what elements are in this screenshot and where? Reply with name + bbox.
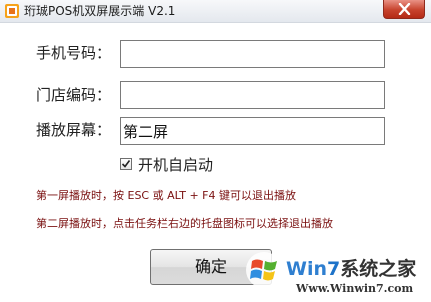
watermark-brand-seven: 7: [327, 258, 341, 280]
watermark-brand: Win7系统之家: [286, 254, 416, 281]
phone-input[interactable]: [120, 40, 385, 68]
app-icon: [5, 4, 19, 18]
autostart-label[interactable]: 开机自启动: [138, 155, 213, 175]
hint-first-screen: 第一屏播放时，按 ESC 或 ALT + F4 键可以退出播放: [36, 189, 296, 202]
watermark-url: Www.Winwin7.com: [296, 282, 414, 295]
window-title: 珩珹POS机双屏展示端 V2.1: [24, 4, 176, 18]
checkmark-icon: [121, 160, 131, 168]
checkbox-box[interactable]: [120, 158, 132, 170]
close-button[interactable]: [383, 0, 425, 19]
store-code-input[interactable]: [120, 81, 385, 109]
dialog-window: 珩珹POS机双屏展示端 V2.1 手机号码： 门店编码： 播放屏幕： 开机自启动…: [0, 0, 431, 302]
watermark-brand-win: Win: [286, 258, 327, 280]
screen-label: 播放屏幕：: [36, 121, 112, 139]
hint-second-screen: 第二屏播放时，点击任务栏右边的托盘图标可以选择退出播放: [36, 217, 333, 230]
watermark-brand-name: 系统之家: [340, 258, 417, 280]
title-bar[interactable]: 珩珹POS机双屏展示端 V2.1: [0, 0, 431, 23]
close-icon: [398, 3, 411, 15]
phone-label: 手机号码：: [36, 44, 112, 62]
store-code-label: 门店编码：: [36, 86, 112, 104]
windows-logo-icon: [246, 252, 282, 288]
screen-input[interactable]: [120, 117, 385, 145]
